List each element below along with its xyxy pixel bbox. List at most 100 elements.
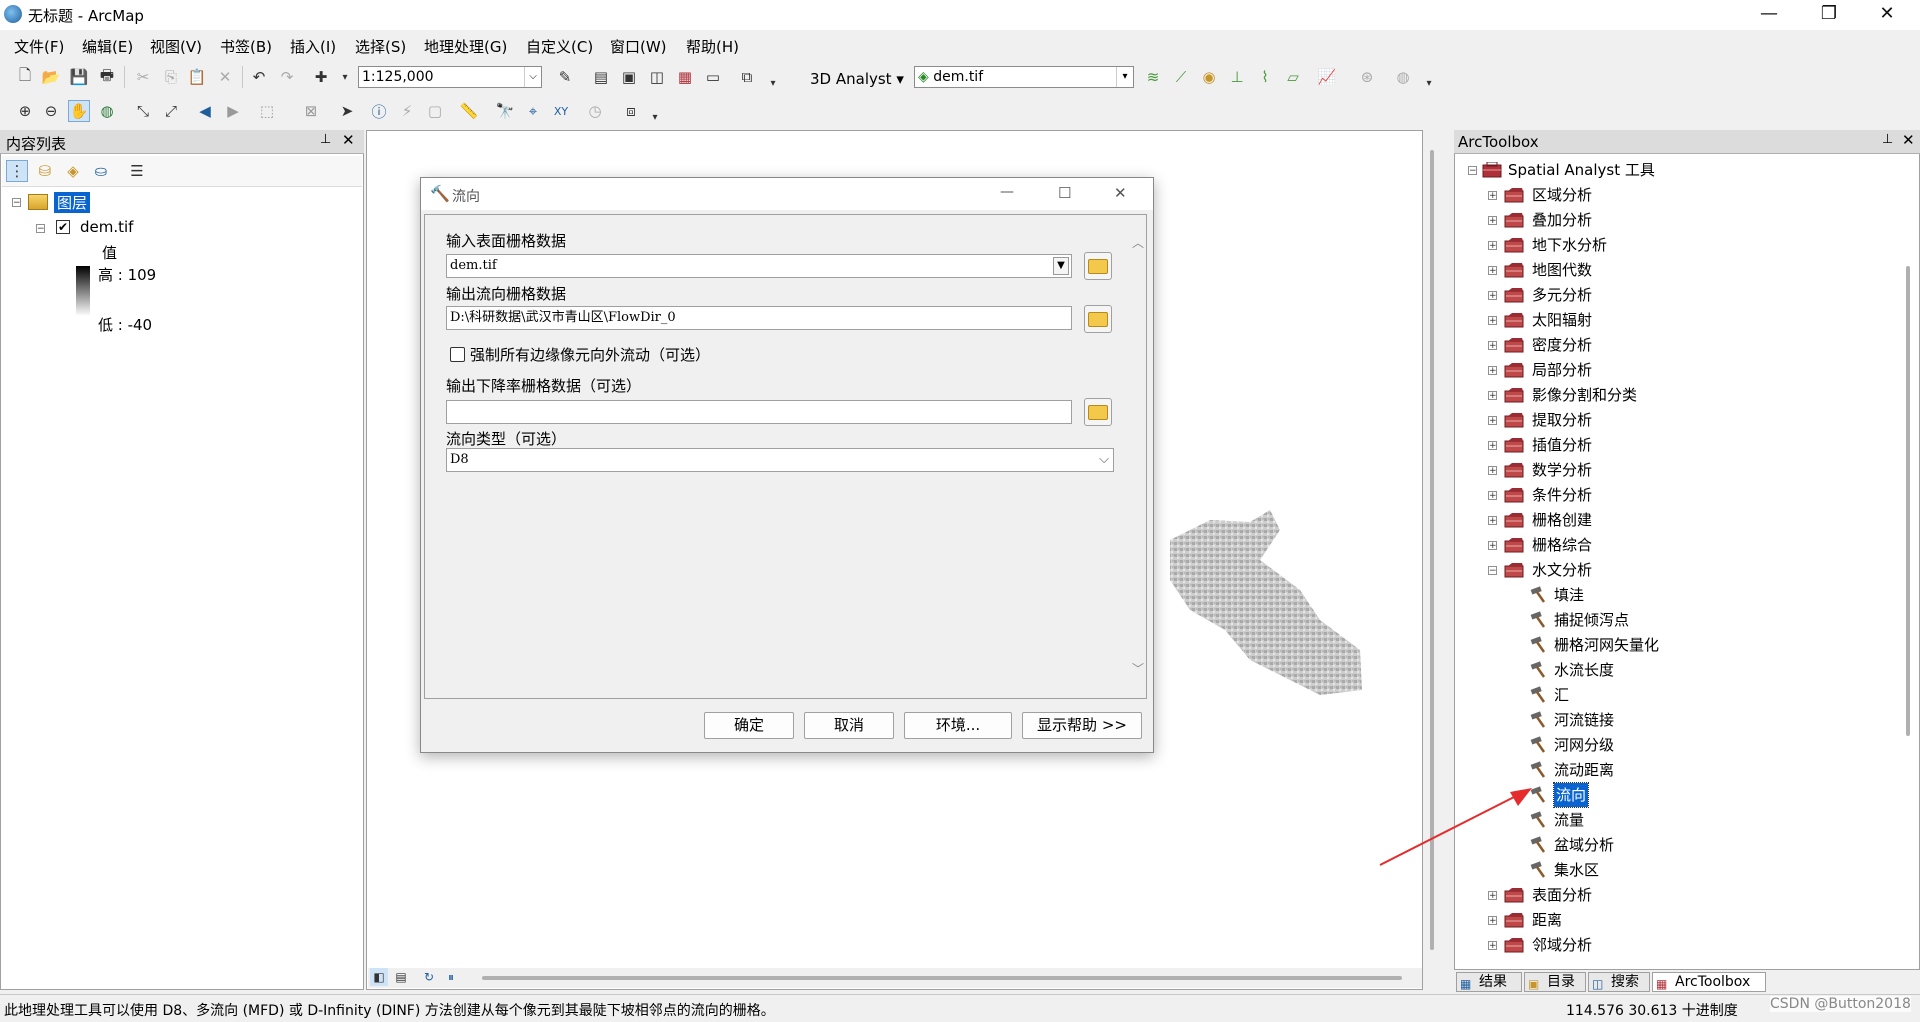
cut-icon[interactable]: ✂ bbox=[132, 66, 154, 88]
menu-view[interactable]: 视图(V) bbox=[150, 36, 202, 57]
tab-catalog[interactable]: ▣ 目录 bbox=[1524, 972, 1586, 992]
measure-icon[interactable]: 📏 bbox=[458, 100, 480, 122]
input-raster-browse-button[interactable] bbox=[1084, 252, 1112, 280]
list-by-visibility-icon[interactable]: ◈ bbox=[62, 160, 84, 182]
expand-toggle-icon[interactable]: + bbox=[1488, 316, 1497, 326]
expand-toggle-icon[interactable]: + bbox=[1488, 291, 1497, 301]
line-of-sight-icon[interactable]: ◉ bbox=[1198, 66, 1220, 88]
create-viewer-window-icon[interactable]: ⧈ bbox=[620, 100, 642, 122]
scroll-down-icon[interactable]: ﹀ bbox=[1132, 660, 1144, 677]
close-button[interactable]: ✕ bbox=[1864, 0, 1910, 30]
menu-bookmarks[interactable]: 书签(B) bbox=[220, 36, 272, 57]
open-icon[interactable]: 📂 bbox=[40, 66, 62, 88]
expand-toggle-icon[interactable]: + bbox=[1488, 366, 1497, 376]
expand-toggle-icon[interactable]: + bbox=[1488, 216, 1497, 226]
output-raster-field[interactable]: D:\科研数据\武汉市青山区\FlowDir_0 bbox=[446, 306, 1072, 330]
expand-toggle-icon[interactable]: + bbox=[1488, 441, 1497, 451]
table-of-contents-icon[interactable]: ▤ bbox=[590, 66, 612, 88]
collapse-toggle-icon[interactable]: − bbox=[1468, 166, 1477, 176]
time-slider-icon[interactable]: ◷ bbox=[584, 100, 606, 122]
toolbar-options-icon[interactable]: ▾ bbox=[1418, 72, 1440, 94]
options-icon[interactable]: ☰ bbox=[126, 160, 148, 182]
cancel-button[interactable]: 取消 bbox=[804, 712, 894, 739]
go-to-xy-icon[interactable]: XY bbox=[550, 100, 572, 122]
add-data-icon[interactable]: ✚ bbox=[310, 66, 332, 88]
clear-selection-icon[interactable]: ⊠ bbox=[300, 100, 322, 122]
restore-button[interactable]: ❐ bbox=[1806, 0, 1852, 30]
catalog-icon[interactable]: ▣ bbox=[618, 66, 640, 88]
collapse-toggle-icon[interactable]: − bbox=[12, 198, 21, 208]
undo-icon[interactable]: ↶ bbox=[248, 66, 270, 88]
expand-toggle-icon[interactable]: + bbox=[1488, 391, 1497, 401]
ok-button[interactable]: 确定 bbox=[704, 712, 794, 739]
toc-close-icon[interactable]: ✕ bbox=[342, 131, 355, 149]
toolbar-options-icon[interactable]: ▾ bbox=[644, 106, 666, 128]
refresh-icon[interactable]: ↻ bbox=[420, 968, 438, 986]
fixed-zoom-in-icon[interactable]: ⤡ bbox=[132, 100, 154, 122]
expand-toggle-icon[interactable]: + bbox=[1488, 891, 1497, 901]
collapse-toggle-icon[interactable]: − bbox=[1488, 566, 1497, 576]
interpolate-line-icon[interactable]: ⌇ bbox=[1254, 66, 1276, 88]
identify-icon[interactable]: ⓘ bbox=[368, 100, 390, 122]
menu-windows[interactable]: 窗口(W) bbox=[610, 36, 667, 57]
chevron-down-icon[interactable]: ▼ bbox=[1053, 257, 1069, 275]
print-icon[interactable]: 🖶 bbox=[96, 66, 118, 88]
show-help-button[interactable]: 显示帮助 >> bbox=[1022, 712, 1142, 739]
tab-search[interactable]: ◫ 搜索 bbox=[1588, 972, 1650, 992]
redo-icon[interactable]: ↷ bbox=[276, 66, 298, 88]
expand-toggle-icon[interactable]: + bbox=[1488, 541, 1497, 551]
contour-icon[interactable]: ≋ bbox=[1142, 66, 1164, 88]
hyperlink-icon[interactable]: ⚡ bbox=[396, 100, 418, 122]
steepest-path-icon[interactable]: ⟋ bbox=[1170, 66, 1192, 88]
3d-analyst-dropdown[interactable]: 3D Analyst ▾ bbox=[810, 70, 904, 88]
data-view-icon[interactable]: ◧ bbox=[370, 968, 388, 986]
toolbar-options-icon[interactable]: ▾ bbox=[762, 72, 784, 94]
fixed-zoom-out-icon[interactable]: ⤢ bbox=[160, 100, 182, 122]
environments-button[interactable]: 环境... bbox=[904, 712, 1012, 739]
menu-file[interactable]: 文件(F) bbox=[14, 36, 64, 57]
dialog-close-icon[interactable]: ✕ bbox=[1114, 184, 1127, 202]
force-edge-checkbox[interactable] bbox=[450, 347, 465, 362]
menu-selection[interactable]: 选择(S) bbox=[355, 36, 406, 57]
menu-insert[interactable]: 插入(I) bbox=[290, 36, 336, 57]
list-by-source-icon[interactable]: ⛁ bbox=[34, 160, 56, 182]
collapse-toggle-icon[interactable]: − bbox=[36, 224, 45, 234]
menu-edit[interactable]: 编辑(E) bbox=[82, 36, 133, 57]
layer-name[interactable]: dem.tif bbox=[80, 218, 133, 236]
zoom-in-icon[interactable]: ⊕ bbox=[14, 100, 36, 122]
html-popup-icon[interactable]: ▢ bbox=[424, 100, 446, 122]
tab-results[interactable]: ▦ 结果 bbox=[1456, 972, 1522, 992]
minimize-button[interactable]: — bbox=[1746, 0, 1792, 30]
find-route-icon[interactable]: ⌖ bbox=[522, 100, 544, 122]
select-features-icon[interactable]: ⬚ bbox=[256, 100, 278, 122]
pan-hand-icon[interactable]: ✋ bbox=[68, 100, 90, 122]
map-scale-combo[interactable]: 1:125,000 ⌵ bbox=[358, 66, 542, 88]
full-extent-globe-icon[interactable]: ◍ bbox=[96, 100, 118, 122]
editor-toolbar-icon[interactable]: ✎ bbox=[554, 66, 576, 88]
list-by-drawing-order-icon[interactable]: ⋮ bbox=[6, 160, 28, 182]
arcglobe-icon[interactable]: ◍ bbox=[1392, 66, 1414, 88]
expand-toggle-icon[interactable]: + bbox=[1488, 916, 1497, 926]
expand-toggle-icon[interactable]: + bbox=[1488, 491, 1497, 501]
dialog-maximize-icon[interactable]: ☐ bbox=[1058, 184, 1071, 202]
select-elements-arrow-icon[interactable]: ➤ bbox=[336, 100, 358, 122]
copy-icon[interactable]: ⎘ bbox=[160, 66, 182, 88]
interpolate-point-icon[interactable]: ⊥ bbox=[1226, 66, 1248, 88]
save-icon[interactable]: 💾 bbox=[68, 66, 90, 88]
arctoolbox-scrollbar[interactable] bbox=[1906, 266, 1910, 736]
expand-toggle-icon[interactable]: + bbox=[1488, 416, 1497, 426]
arcscene-icon[interactable]: ⊛ bbox=[1356, 66, 1378, 88]
pin-icon[interactable]: ⊥ bbox=[1882, 132, 1893, 147]
pause-drawing-icon[interactable]: ⏸ bbox=[442, 968, 460, 986]
layers-data-frame[interactable]: 图层 bbox=[54, 192, 91, 213]
menu-geoprocessing[interactable]: 地理处理(G) bbox=[424, 36, 507, 57]
layer-visibility-checkbox[interactable]: ✔ bbox=[56, 220, 70, 234]
input-raster-field[interactable]: dem.tif ▼ bbox=[446, 254, 1072, 278]
scroll-up-icon[interactable]: ︿ bbox=[1132, 234, 1144, 251]
list-by-selection-icon[interactable]: ⛀ bbox=[90, 160, 112, 182]
delete-icon[interactable]: ✕ bbox=[214, 66, 236, 88]
python-window-icon[interactable]: ▭ bbox=[702, 66, 724, 88]
drop-raster-field[interactable] bbox=[446, 400, 1072, 424]
output-raster-browse-button[interactable] bbox=[1084, 305, 1112, 333]
new-document-icon[interactable]: 🗋 bbox=[14, 66, 36, 88]
